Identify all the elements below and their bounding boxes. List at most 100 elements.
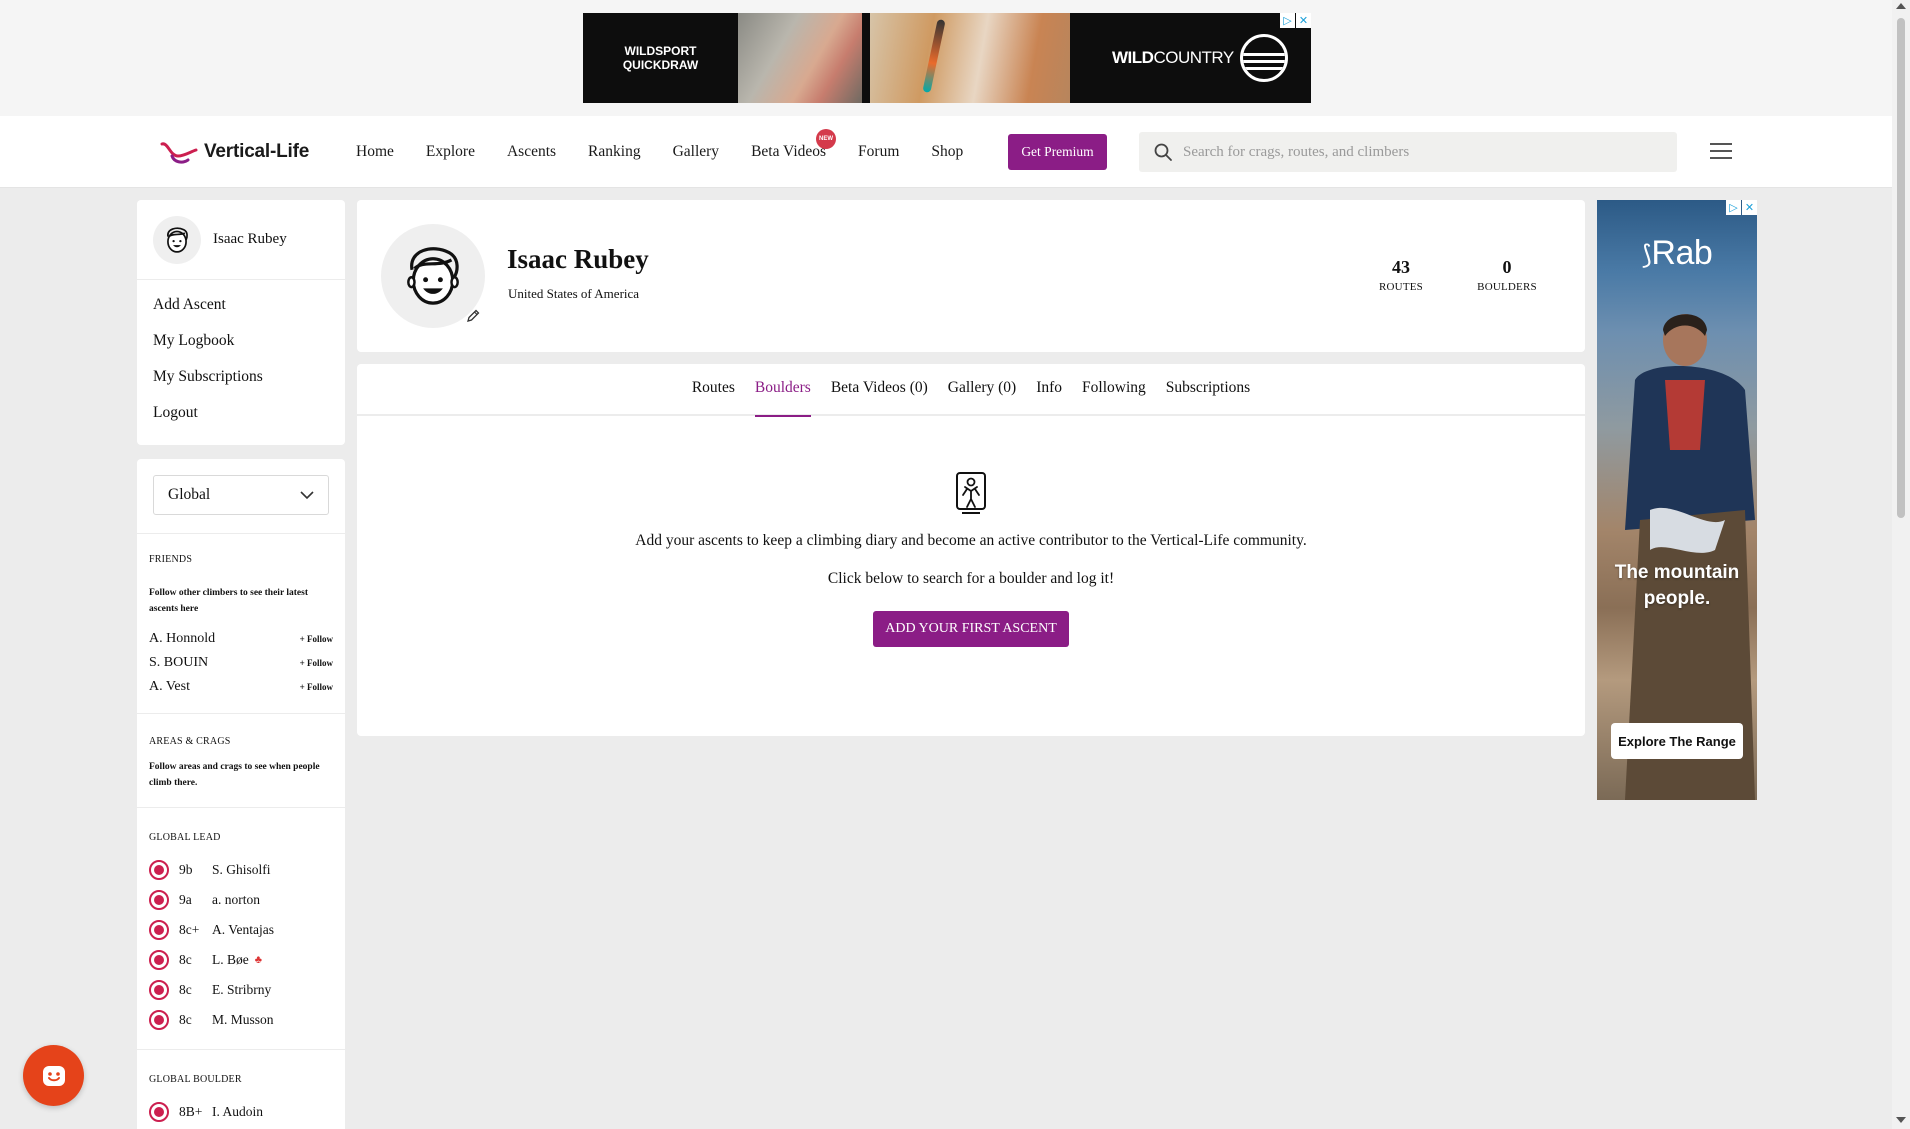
- ad-tagline-line1: The mountain: [1614, 562, 1740, 583]
- add-first-ascent-button[interactable]: ADD YOUR FIRST ASCENT: [873, 611, 1069, 647]
- rank-grade: 8c: [179, 1012, 192, 1027]
- avatar-face-icon: [167, 226, 188, 253]
- areas-desc: Follow areas and crags to see when peopl…: [149, 762, 320, 788]
- profile-country: United States of America: [508, 286, 640, 301]
- tab-routes[interactable]: Routes: [692, 363, 735, 415]
- adchoices-icon[interactable]: ▷: [1280, 13, 1295, 28]
- ad-photo-quickdraw: [870, 13, 1070, 103]
- chat-widget-button[interactable]: [23, 1045, 84, 1106]
- menu-my-logbook[interactable]: My Logbook: [137, 330, 345, 366]
- friend-name[interactable]: S. BOUIN: [149, 655, 208, 671]
- friend-name[interactable]: A. Honnold: [149, 631, 215, 647]
- nav-ascents[interactable]: Ascents: [507, 143, 556, 161]
- hamburger-menu-icon[interactable]: [1710, 143, 1732, 161]
- rank-grade: 8c: [179, 952, 192, 967]
- empty-state-message: Add your ascents to keep a climbing diar…: [635, 532, 1307, 549]
- scroll-thumb[interactable]: [1897, 18, 1905, 518]
- tab-subscriptions[interactable]: Subscriptions: [1166, 363, 1250, 415]
- nav-explore[interactable]: Explore: [426, 143, 475, 161]
- rank-grade: 9b: [179, 862, 193, 877]
- follow-button[interactable]: + Follow: [300, 634, 333, 644]
- user-menu-card: Isaac Rubey Add Ascent My Logbook My Sub…: [137, 200, 345, 445]
- ranking-row[interactable]: 8c E. Stribrny: [149, 975, 333, 1005]
- ad-close-icon[interactable]: ✕: [1742, 200, 1757, 215]
- ranking-row[interactable]: 8c M. Musson: [149, 1005, 333, 1035]
- rank-target-icon: [149, 1102, 169, 1122]
- tab-gallery[interactable]: Gallery (0): [948, 363, 1016, 415]
- rab-logo: ⟆Rab: [1597, 234, 1757, 273]
- user-menu: Add Ascent My Logbook My Subscriptions L…: [137, 280, 345, 438]
- chevron-down-icon: [300, 490, 314, 499]
- ad-close-icon[interactable]: ✕: [1296, 13, 1311, 28]
- stat-boulders-label: BOULDERS: [1477, 281, 1537, 293]
- rank-target-icon: [149, 950, 169, 970]
- get-premium-button[interactable]: Get Premium: [1008, 134, 1107, 170]
- nav-beta-videos-label: Beta Videos: [751, 143, 827, 160]
- global-boulder-section: GLOBAL BOULDER 8B+ I. Audoin: [137, 1049, 345, 1129]
- ranking-row[interactable]: 8c L. Bøe ♣: [149, 945, 333, 975]
- site-logo[interactable]: Vertical-Life: [160, 138, 309, 166]
- scroll-up-arrow-icon[interactable]: [1896, 3, 1906, 9]
- search-bar[interactable]: [1139, 132, 1677, 172]
- menu-logout[interactable]: Logout: [137, 402, 345, 438]
- ranking-row[interactable]: 9a a. norton: [149, 885, 333, 915]
- nav-beta-videos[interactable]: Beta Videos NEW: [751, 129, 837, 161]
- search-icon: [1154, 143, 1172, 161]
- edit-pencil-icon[interactable]: [465, 308, 481, 324]
- tab-following[interactable]: Following: [1082, 363, 1146, 415]
- stat-routes[interactable]: 43 ROUTES: [1371, 257, 1431, 293]
- menu-my-subscriptions[interactable]: My Subscriptions: [137, 366, 345, 402]
- ranking-row[interactable]: 8B+ I. Audoin: [149, 1097, 333, 1127]
- rank-grade: 8c: [179, 982, 192, 997]
- ad-brand-wildsport: WILDSPORT QUICKDRAW: [622, 44, 699, 72]
- nav-gallery[interactable]: Gallery: [673, 143, 719, 161]
- rank-climber: L. Bøe: [212, 952, 249, 967]
- follow-button[interactable]: + Follow: [300, 682, 333, 692]
- nav-ranking[interactable]: Ranking: [588, 143, 641, 161]
- adchoices-icon[interactable]: ▷: [1726, 200, 1741, 215]
- rank-climber: E. Stribrny: [212, 982, 272, 997]
- rank-target-icon: [149, 920, 169, 940]
- ad-photo-climber: [738, 13, 862, 103]
- stat-boulders[interactable]: 0 BOULDERS: [1467, 257, 1547, 293]
- page-scrollbar[interactable]: [1892, 0, 1910, 1129]
- climber-icon: [956, 472, 986, 514]
- rank-climber: A. Ventajas: [212, 922, 274, 937]
- side-banner-ad[interactable]: ⟆Rab The mountain people. Explore The Ra…: [1597, 200, 1757, 800]
- top-banner-ad[interactable]: WILDSPORT QUICKDRAW WILDCOUNTRY ▷ ✕: [583, 13, 1311, 103]
- user-header[interactable]: Isaac Rubey: [137, 200, 345, 280]
- profile-name: Isaac Rubey: [507, 244, 649, 274]
- rab-mark-icon: ⟆: [1641, 239, 1652, 270]
- chat-smile-icon: [42, 1065, 65, 1086]
- vertical-life-logo-icon: [160, 142, 198, 164]
- empty-state: Add your ascents to keep a climbing diar…: [357, 416, 1585, 647]
- friends-section: FRIENDS Follow other climbers to see the…: [137, 533, 345, 713]
- wildcountry-logo-icon: [1239, 34, 1288, 82]
- search-input[interactable]: [1183, 143, 1663, 161]
- friend-suggestion: S. BOUIN + Follow: [149, 651, 333, 675]
- ranking-row[interactable]: 8c+ A. Ventajas: [149, 915, 333, 945]
- ranking-row[interactable]: 9b S. Ghisolfi: [149, 855, 333, 885]
- nav-forum[interactable]: Forum: [858, 143, 899, 161]
- tab-boulders[interactable]: Boulders: [754, 363, 811, 417]
- follow-button[interactable]: + Follow: [300, 658, 333, 668]
- friend-name[interactable]: A. Vest: [149, 679, 190, 695]
- global-lead-section: GLOBAL LEAD 9b S. Ghisolfi 9a a. norton …: [137, 807, 345, 1049]
- menu-add-ascent[interactable]: Add Ascent: [137, 294, 345, 330]
- profile-header: Isaac Rubey United States of America 43 …: [357, 200, 1585, 352]
- scope-select[interactable]: Global: [153, 475, 329, 515]
- tab-beta-videos[interactable]: Beta Videos (0): [831, 363, 928, 415]
- empty-state-hint: Click below to search for a boulder and …: [827, 570, 1115, 587]
- scroll-down-arrow-icon[interactable]: [1896, 1117, 1906, 1123]
- rank-target-icon: [149, 980, 169, 1000]
- rank-target-icon: [149, 1010, 169, 1030]
- rank-climber: S. Ghisolfi: [212, 862, 271, 877]
- ad-tagline: The mountain people.: [1597, 560, 1757, 612]
- explore-the-range-button[interactable]: Explore The Range: [1611, 723, 1743, 759]
- nav-home[interactable]: Home: [356, 143, 394, 161]
- nav-shop[interactable]: Shop: [931, 143, 963, 161]
- global-boulder-title: GLOBAL BOULDER: [149, 1074, 242, 1085]
- tab-info[interactable]: Info: [1036, 363, 1062, 415]
- rank-target-icon: [149, 890, 169, 910]
- stat-routes-label: ROUTES: [1379, 281, 1423, 293]
